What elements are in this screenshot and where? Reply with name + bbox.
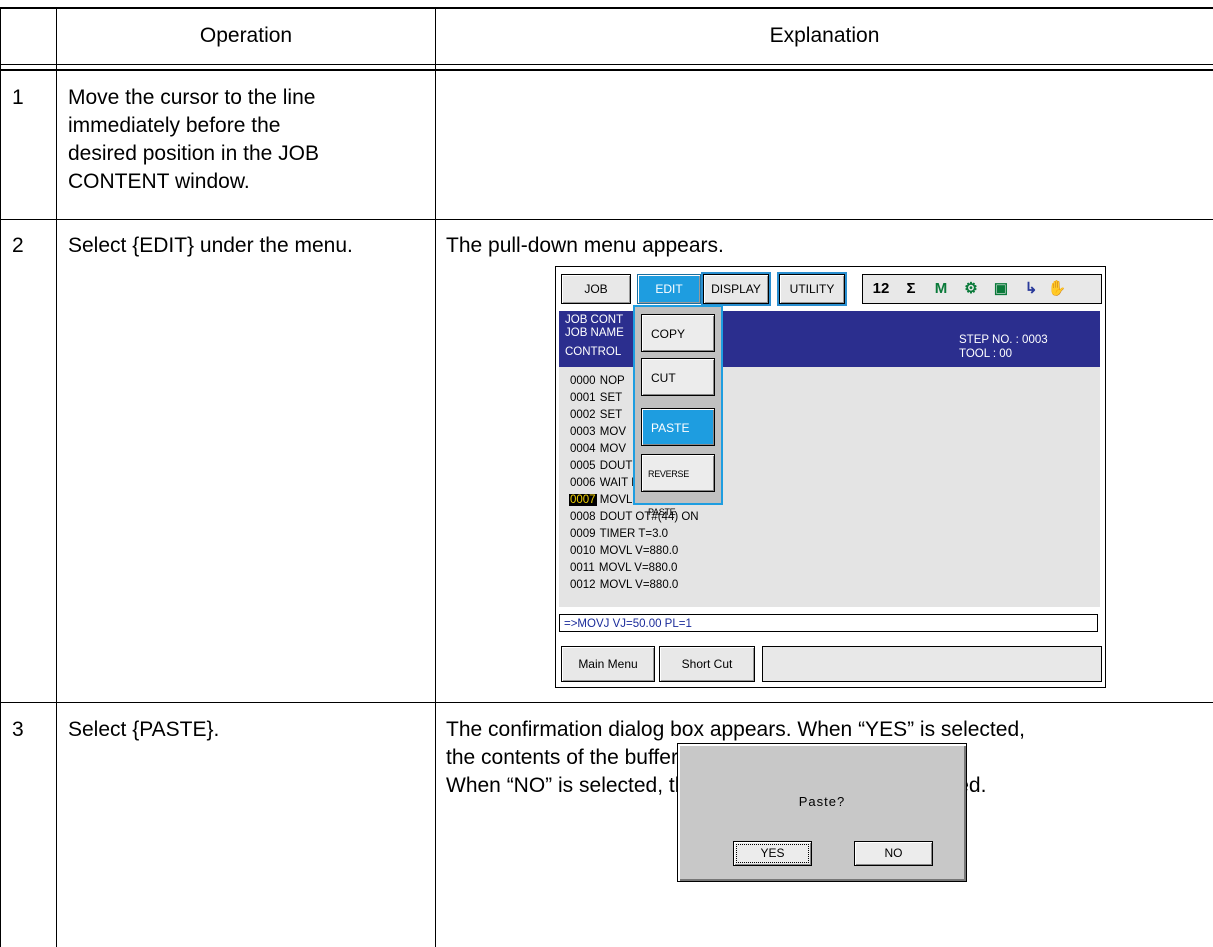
row2-rule [0, 702, 1213, 703]
tool-label: TOOL : 00 [959, 348, 1013, 360]
hand-icon: ✋ [1047, 280, 1067, 297]
line-number: 0009 [570, 528, 596, 540]
main-menu-button[interactable]: Main Menu [561, 646, 655, 682]
col-rule-num [56, 8, 57, 947]
step-number: 2 [12, 234, 24, 257]
step-operation: Select {EDIT} under the menu. [68, 234, 353, 257]
line-number: 0003 [570, 426, 596, 438]
edit-dropdown-menu: COPY CUT PASTE REVERSE PASTE [633, 305, 723, 517]
coordinate-icon: 12 [872, 280, 890, 297]
operation-line: desired position in the JOB [68, 142, 319, 165]
header-rule-1 [0, 64, 1213, 65]
line-number: 0002 [570, 409, 596, 421]
line-text: SET [596, 409, 623, 421]
step-operation: Move the cursor to the line immediately … [68, 84, 423, 196]
paste-confirm-dialog: Paste? YES NO [677, 743, 967, 882]
line-number: 0011 [570, 562, 595, 574]
line-text: MOVL V=880.0 [596, 579, 679, 591]
line-text: SET [596, 392, 623, 404]
step-number: 3 [12, 718, 24, 741]
operation-line: immediately before the [68, 114, 281, 137]
menu-job[interactable]: JOB [561, 274, 631, 304]
col-rule-op [435, 8, 436, 947]
operation-line: CONTENT window. [68, 170, 250, 193]
row1-rule [0, 219, 1213, 220]
step-no-label: STEP NO. : 0003 [959, 334, 1048, 346]
line-number: 0010 [570, 545, 596, 557]
job-name-label: JOB NAME [565, 327, 624, 339]
line-text: MOVL V=880.0 [596, 545, 679, 557]
job-line[interactable]: 0010 MOVL V=880.0 [569, 544, 678, 559]
menu-item-paste[interactable]: PASTE [641, 408, 715, 446]
header-operation: Operation [199, 24, 293, 47]
bottom-bar: Main Menu Short Cut [557, 641, 1104, 685]
no-button[interactable]: NO [854, 841, 933, 866]
menu-utility[interactable]: UTILITY [777, 272, 847, 306]
manual-page: Operation Explanation 1 Move the cursor … [0, 0, 1213, 947]
menu-item-cut[interactable]: CUT [641, 358, 715, 396]
page-icon: ↳ [1024, 280, 1038, 297]
line-text: MOVL V=880.0 [595, 562, 678, 574]
pendant-screen: JOB EDIT DISPLAY UTILITY 12 Σ M ⚙ ▣ ↳ ✋ … [555, 266, 1106, 688]
status-icon-bar: 12 Σ M ⚙ ▣ ↳ ✋ [862, 274, 1102, 304]
job-line[interactable]: 0004 MOV [569, 442, 626, 457]
cursor-line-number: 0007 [569, 494, 597, 506]
yes-button[interactable]: YES [733, 841, 812, 866]
dialog-message: Paste? [798, 794, 846, 809]
line-number: 0005 [570, 460, 596, 472]
mode-icon: M [934, 280, 948, 297]
line-text: NOP [596, 375, 625, 387]
top-rule [0, 7, 1213, 9]
line-number: 0006 [570, 477, 596, 489]
menu-item-reverse-paste[interactable]: REVERSE PASTE [641, 454, 715, 517]
header-rule-2 [0, 69, 1213, 71]
teach-icon: ▣ [993, 280, 1009, 297]
step-operation: Select {PASTE}. [68, 718, 220, 741]
operation-line: Move the cursor to the line [68, 86, 316, 109]
job-line[interactable]: 0012 MOVL V=880.0 [569, 578, 678, 593]
menu-item-copy[interactable]: COPY [641, 314, 715, 352]
input-buffer-line[interactable]: =>MOVJ VJ=50.00 PL=1 [559, 614, 1098, 632]
sigma-icon: Σ [906, 280, 916, 297]
line-number: 0004 [570, 443, 596, 455]
line-number: 0000 [570, 375, 596, 387]
job-line[interactable]: 0011 MOVL V=880.0 [569, 561, 677, 576]
line-text: MOV [596, 443, 626, 455]
menu-edit[interactable]: EDIT [637, 274, 701, 304]
menu-display[interactable]: DISPLAY [701, 272, 771, 306]
servo-icon: ⚙ [964, 280, 978, 297]
line-text: MOV [596, 426, 626, 438]
job-line[interactable]: 0002 SET [569, 408, 622, 423]
line-number: 0012 [570, 579, 596, 591]
control-label: CONTROL [565, 346, 622, 358]
explanation-line: The confirmation dialog box appears. Whe… [446, 718, 1025, 741]
job-line[interactable]: 0001 SET [569, 391, 622, 406]
line-number: 0001 [570, 392, 596, 404]
job-line[interactable]: 0003 MOV [569, 425, 626, 440]
step-explanation: The pull-down menu appears. [446, 234, 724, 257]
menu-bar: JOB EDIT DISPLAY UTILITY 12 Σ M ⚙ ▣ ↳ ✋ [557, 268, 1102, 308]
header-explanation: Explanation [769, 24, 880, 47]
job-line[interactable]: 0000 NOP [569, 374, 625, 389]
job-line[interactable]: 0008 DOUT OT#(44) ON [569, 510, 699, 525]
line-number: 0008 [570, 511, 596, 523]
bottom-bar-blank [762, 646, 1102, 682]
col-rule-left [0, 8, 1, 947]
short-cut-button[interactable]: Short Cut [659, 646, 755, 682]
step-number: 1 [12, 86, 24, 109]
